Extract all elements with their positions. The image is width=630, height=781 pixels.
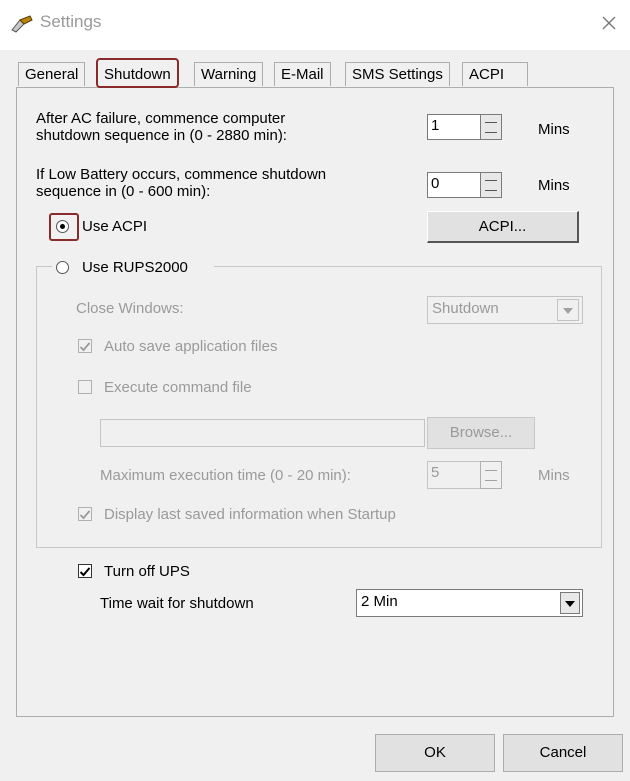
- use-acpi-label: Use ACPI: [82, 218, 148, 235]
- tab-shutdown[interactable]: Shutdown: [96, 58, 179, 88]
- display-last-label: Display last saved information when Star…: [104, 506, 396, 523]
- use-rups2000-radio[interactable]: [56, 261, 69, 274]
- ac-failure-label-line2: shutdown sequence in (0 - 2880 min):: [36, 127, 287, 144]
- use-acpi-radio[interactable]: [56, 220, 69, 233]
- cancel-button[interactable]: Cancel: [503, 734, 623, 772]
- ac-failure-label-line1: After AC failure, commence computer: [36, 110, 286, 127]
- turn-off-ups-label: Turn off UPS: [104, 563, 190, 580]
- low-battery-input[interactable]: 0: [427, 172, 481, 198]
- max-execution-unit: Mins: [538, 467, 570, 484]
- tab-email[interactable]: E-Mail: [274, 62, 331, 86]
- auto-save-checkbox[interactable]: [78, 339, 92, 353]
- window-title: Settings: [40, 12, 102, 31]
- tab-warning[interactable]: Warning: [194, 62, 264, 86]
- max-execution-label: Maximum execution time (0 - 20 min):: [100, 467, 351, 484]
- command-file-input[interactable]: [100, 419, 425, 447]
- auto-save-label: Auto save application files: [104, 338, 278, 355]
- close-windows-label: Close Windows:: [76, 300, 184, 317]
- low-battery-label-line2: sequence in (0 - 600 min):: [36, 183, 211, 200]
- app-icon: [10, 14, 34, 34]
- ok-button[interactable]: OK: [375, 734, 495, 772]
- chevron-down-icon[interactable]: [560, 592, 580, 614]
- low-battery-label-line1: If Low Battery occurs, commence shutdown: [36, 166, 327, 183]
- low-battery-unit: Mins: [538, 177, 570, 194]
- max-execution-input[interactable]: 5: [427, 461, 481, 489]
- time-wait-select[interactable]: 2 Min: [356, 589, 583, 617]
- max-execution-spinner[interactable]: [480, 461, 502, 489]
- ac-failure-spinner[interactable]: [480, 114, 502, 140]
- chevron-down-icon[interactable]: [557, 299, 579, 321]
- browse-button[interactable]: Browse...: [427, 417, 535, 449]
- ac-failure-input[interactable]: 1: [427, 114, 481, 140]
- tab-acpi[interactable]: ACPI: [462, 62, 528, 86]
- display-last-checkbox[interactable]: [78, 507, 92, 521]
- time-wait-label: Time wait for shutdown: [100, 595, 254, 612]
- acpi-button[interactable]: ACPI...: [427, 211, 579, 243]
- tab-sms-settings[interactable]: SMS Settings: [345, 62, 450, 86]
- tab-general[interactable]: General: [18, 62, 86, 86]
- ac-failure-unit: Mins: [538, 121, 570, 138]
- low-battery-spinner[interactable]: [480, 172, 502, 198]
- execute-command-checkbox[interactable]: [78, 380, 92, 394]
- use-rups2000-label: Use RUPS2000: [82, 259, 188, 276]
- execute-command-label: Execute command file: [104, 379, 252, 396]
- close-icon[interactable]: [596, 10, 622, 36]
- turn-off-ups-checkbox[interactable]: [78, 564, 92, 578]
